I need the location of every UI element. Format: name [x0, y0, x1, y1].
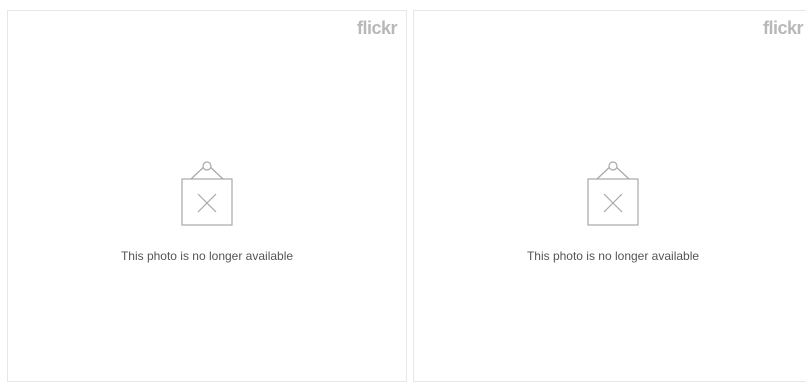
missing-photo-icon — [181, 159, 233, 227]
flickr-logo[interactable]: flickr — [357, 19, 398, 37]
missing-photo-icon — [587, 159, 639, 227]
unavailable-message: This photo is no longer available — [526, 249, 700, 263]
flickr-logo[interactable]: flickr — [763, 19, 804, 37]
photo-embed-left: flickr This photo is no longer available — [7, 10, 407, 382]
photo-embed-right: flickr This photo is no longer available — [413, 10, 806, 382]
unavailable-message: This photo is no longer available — [120, 249, 294, 263]
